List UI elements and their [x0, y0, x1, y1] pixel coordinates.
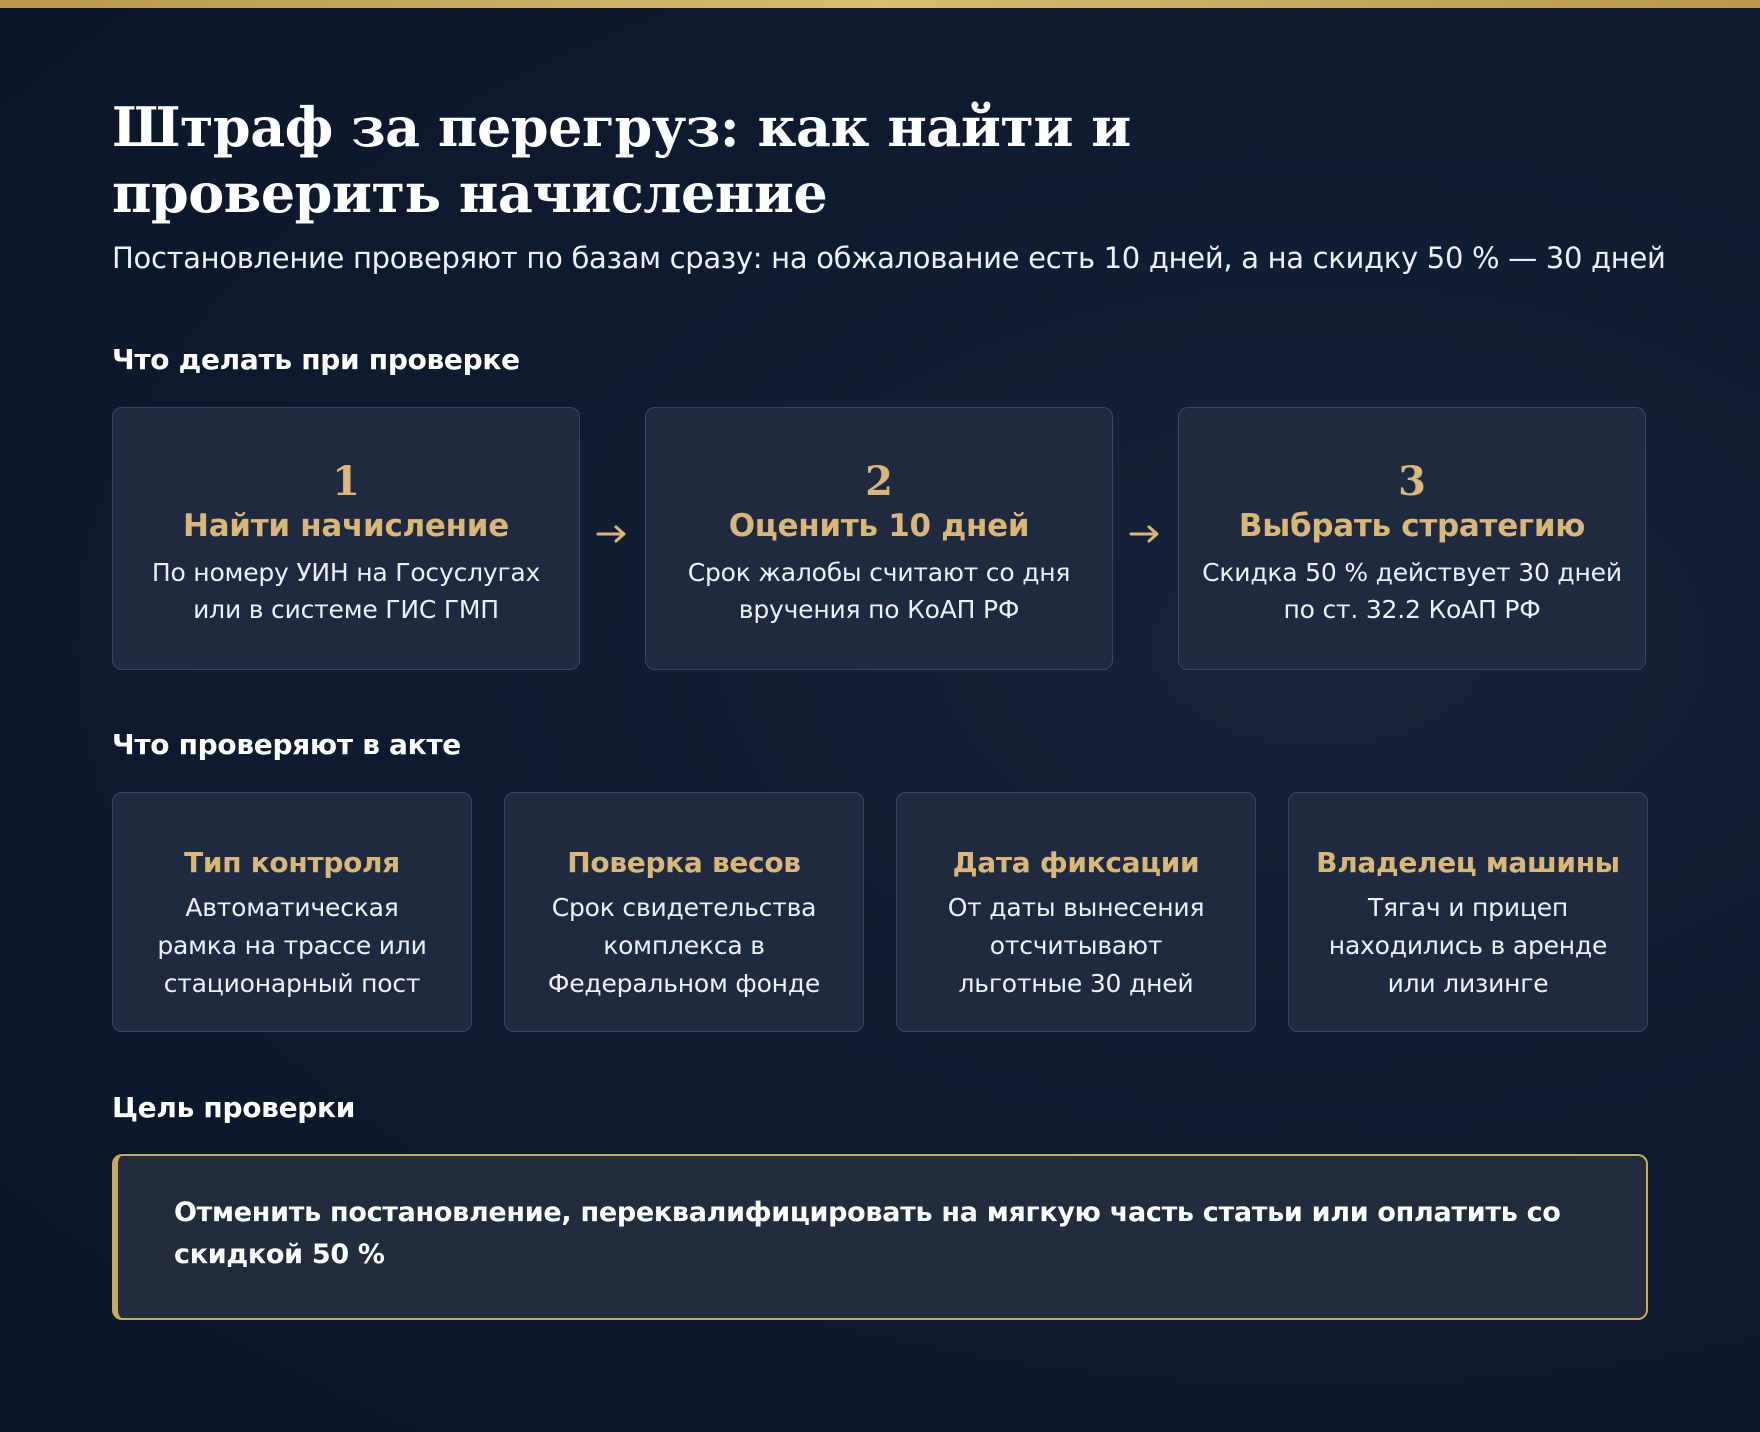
check-title: Владелец машины: [1316, 846, 1620, 879]
goal-callout: Отменить постановление, переквалифициров…: [112, 1154, 1648, 1320]
step-card-3: 3 Выбрать стратегию Скидка 50 % действуе…: [1178, 407, 1646, 670]
step-description: Срок жалобы считают со дня вручения по К…: [687, 558, 1071, 624]
goal-section-title: Цель проверки: [112, 1091, 356, 1124]
step-card-2: 2 Оценить 10 дней Срок жалобы считают со…: [645, 407, 1113, 670]
check-description: Тягач и прицеп находились в аренде или л…: [1328, 893, 1608, 998]
step-title: Найти начисление: [183, 508, 509, 544]
step-number: 1: [332, 458, 360, 505]
step-description: По номеру УИН на Госуслугах или в систем…: [151, 558, 541, 624]
checks-section-title: Что проверяют в акте: [112, 728, 461, 761]
goal-text: Отменить постановление, переквалифициров…: [174, 1197, 1561, 1270]
check-description: Автоматическая рамка на трассе или стаци…: [157, 893, 427, 998]
top-accent-bar: [0, 0, 1760, 8]
check-title: Тип контроля: [184, 846, 400, 879]
steps-flow: 1 Найти начисление По номеру УИН на Госу…: [112, 407, 1648, 672]
step-title: Выбрать стратегию: [1238, 508, 1586, 544]
checks-grid: Тип контроля Автоматическая рамка на тра…: [112, 792, 1648, 1034]
step-number: 3: [1398, 458, 1426, 505]
arrow-right-icon: [596, 525, 626, 543]
arrow-right-icon: [1129, 525, 1159, 543]
page-title: Штраф за перегруз: как найти и проверить…: [112, 95, 1131, 225]
step-card-1: 1 Найти начисление По номеру УИН на Госу…: [112, 407, 580, 670]
check-title: Поверка весов: [567, 846, 801, 879]
steps-section-title: Что делать при проверке: [112, 343, 520, 376]
page-content: Штраф за перегруз: как найти и проверить…: [112, 94, 1666, 1320]
check-card-vehicle-owner: Владелец машины Тягач и прицеп находилис…: [1288, 792, 1648, 1032]
check-description: Срок свидетельства комплекса в Федеральн…: [547, 893, 821, 998]
check-card-control-type: Тип контроля Автоматическая рамка на тра…: [112, 792, 472, 1032]
check-title: Дата фиксации: [952, 846, 1200, 879]
check-card-fixation-date: Дата фиксации От даты вынесения отсчитыв…: [896, 792, 1256, 1032]
step-description: Скидка 50 % действует 30 дней по ст. 32.…: [1202, 558, 1622, 624]
check-description: От даты вынесения отсчитывают льготные 3…: [947, 893, 1205, 998]
step-title: Оценить 10 дней: [728, 508, 1030, 544]
check-card-scale-verification: Поверка весов Срок свидетельства комплек…: [504, 792, 864, 1032]
step-number: 2: [865, 458, 893, 505]
page-subtitle: Постановление проверяют по базам сразу: …: [112, 241, 1666, 275]
